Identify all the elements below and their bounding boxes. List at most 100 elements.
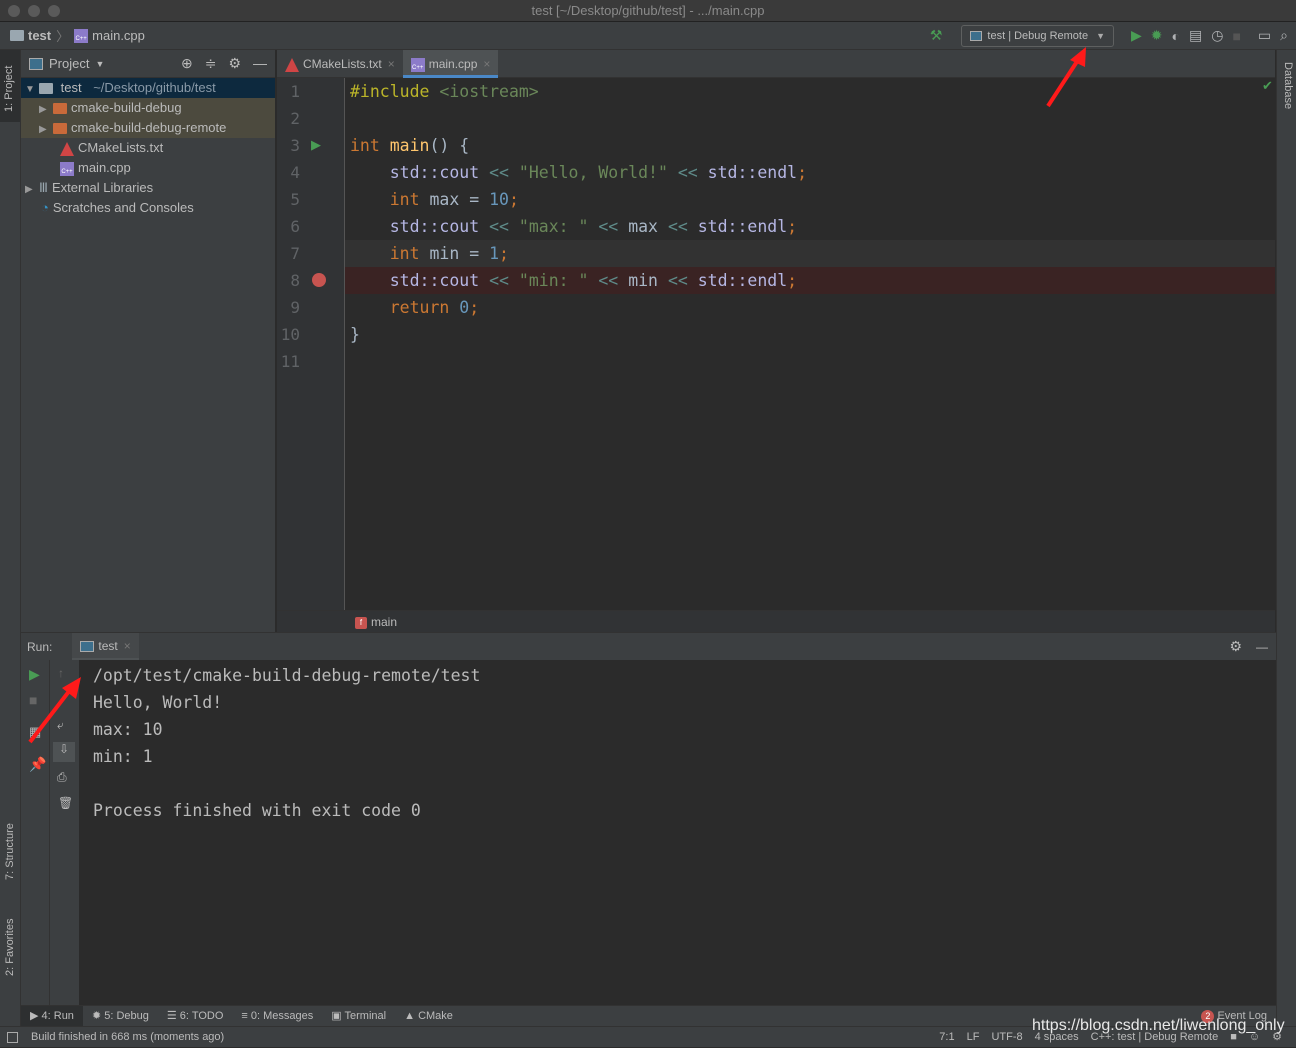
tool-debug[interactable]: ✹ 5: Debug [83,1006,158,1027]
nav-file[interactable]: main.cpp [92,28,145,43]
project-tool-button[interactable]: 1: Project [0,50,20,122]
line-number: 1 [290,82,300,101]
code-line[interactable]: } [345,321,1275,348]
print-icon[interactable]: ⎙ [57,770,67,785]
close-tab-icon[interactable]: × [388,57,395,71]
tool-run[interactable]: ▶ 4: Run [21,1005,83,1027]
up-arrow-icon[interactable]: ↑ [58,666,64,680]
code-line[interactable]: int min = 1; [345,240,1275,267]
tool-cmake[interactable]: ▲ CMake [395,1006,462,1027]
code-token: << [489,271,519,290]
run-config-select[interactable]: test | Debug Remote ▼ [961,24,1115,47]
project-tool-label: 1: Project [3,65,15,112]
collapse-all-icon[interactable]: ≑ [205,55,217,72]
tree-item-external-libraries[interactable]: ▶ Ⅲ External Libraries [21,178,275,198]
collapsed-arrow-icon[interactable]: ▶ [39,120,53,140]
chevron-down-icon[interactable]: ▼ [95,59,104,69]
nav-project[interactable]: test [28,28,51,43]
tree-item-main-cpp[interactable]: C++ main.cpp [21,158,275,178]
code-token: ; [787,217,798,236]
structure-tool-button[interactable]: 7: Structure [4,823,16,880]
debug-bug-icon[interactable]: ✹ [1151,27,1163,44]
coverage-icon[interactable]: ◐ [1172,28,1180,44]
file-encoding[interactable]: UTF-8 [991,1027,1022,1048]
zoom-window-button[interactable] [48,5,60,17]
minimize-window-button[interactable] [28,5,40,17]
build-hammer-icon[interactable]: ⚒ [930,27,943,44]
trash-icon[interactable]: 🗑 [58,796,73,810]
breadcrumb-main[interactable]: main [371,615,397,629]
code-line[interactable]: return 0; [345,294,1275,321]
search-icon[interactable]: ⌕ [1280,27,1288,44]
line-separator[interactable]: LF [967,1027,980,1048]
hide-minus-icon[interactable]: — [253,55,267,72]
tool-label: 5: Debug [104,1009,149,1022]
code-line[interactable] [345,105,1275,132]
code-line[interactable]: #include <iostream> [345,78,1275,105]
gear-icon[interactable]: ⚙ [1229,638,1242,655]
run-icon[interactable]: ▶ [1131,27,1142,44]
collapsed-arrow-icon[interactable]: ▶ [39,100,53,120]
code-line[interactable]: std::cout << "Hello, World!" << std::end… [345,159,1275,186]
project-panel-header: Project ▼ ⊕ ≑ ⚙ — [21,50,275,78]
pin-icon[interactable]: 📌 [29,756,46,773]
layout-icon[interactable]: ▦ [29,724,41,740]
console-output[interactable]: /opt/test/cmake-build-debug-remote/test H… [79,660,1276,1005]
database-tool-button[interactable]: Database [1282,62,1294,109]
run-tab-test[interactable]: test × [72,632,139,661]
close-tab-icon[interactable]: × [124,639,131,653]
run-with-timer-icon[interactable]: ◷ [1211,27,1223,44]
close-window-button[interactable] [8,5,20,17]
tree-item-label: cmake-build-debug [71,100,182,115]
code-token: ; [469,298,480,317]
tree-item-cmakelists[interactable]: CMakeLists.txt [21,138,275,158]
editor-gutter[interactable]: 1 2 3 ▶ 4 5 6 7 8 9 10 11 [277,78,345,610]
code-line[interactable]: std::cout << "min: " << min << std::endl… [345,267,1275,294]
code-token: "Hello, World!" [518,163,678,182]
tool-messages[interactable]: ≡ 0: Messages [232,1006,322,1027]
toggle-tool-windows-icon[interactable] [7,1032,18,1043]
collapsed-arrow-icon[interactable]: ▶ [25,180,39,200]
tree-item-cmake-build-debug[interactable]: ▶ cmake-build-debug [21,98,275,118]
breakpoint-icon[interactable] [312,273,326,287]
tree-root-test[interactable]: ▼ test ~/Desktop/github/test [21,78,275,98]
rerun-icon[interactable]: ▶ [29,666,40,683]
tab-cmakelists[interactable]: CMakeLists.txt × [277,50,403,78]
tool-todo[interactable]: ☰ 6: TODO [158,1006,233,1027]
tree-item-label: Scratches and Consoles [52,200,194,215]
window-icon [80,640,95,652]
code-line[interactable]: int max = 10; [345,186,1275,213]
code-editor[interactable]: #include <iostream>int main() { std::cou… [345,78,1275,610]
gear-icon[interactable]: ⚙ [228,55,241,72]
favorites-tool-button[interactable]: 2: Favorites [4,919,16,976]
locate-target-icon[interactable]: ⊕ [181,55,193,72]
code-line[interactable]: int main() { [345,132,1275,159]
code-token: ; [508,190,519,209]
cmake-icon [285,57,299,72]
line-number: 5 [290,190,300,209]
caret-position[interactable]: 7:1 [939,1027,954,1048]
folder-icon [53,123,67,135]
code-line[interactable] [345,348,1275,375]
profile-icon[interactable]: ▤ [1189,27,1202,44]
line-number: 7 [290,244,300,263]
code-token: max = [429,190,490,209]
project-view-select[interactable]: Project [49,56,89,71]
right-tool-stripe: Database [1276,50,1296,1026]
hide-minus-icon[interactable]: — [1256,640,1268,654]
tree-item-cmake-build-debug-remote[interactable]: ▶ cmake-build-debug-remote [21,118,275,138]
expanded-arrow-icon[interactable]: ▼ [25,80,39,100]
soft-wrap-icon[interactable]: ⤶ [57,718,64,733]
tree-item-scratches[interactable]: ◔ Scratches and Consoles [21,198,275,218]
tab-main-cpp[interactable]: C++ main.cpp × [402,50,499,78]
code-token: << [677,163,708,182]
terminal-window-icon[interactable]: ▭ [1258,27,1271,44]
tool-terminal[interactable]: ▣ Terminal [322,1006,395,1027]
code-token: "min: " [518,271,599,290]
stop-icon[interactable]: ■ [29,692,37,708]
run-gutter-icon[interactable]: ▶ [311,132,321,157]
stop-icon[interactable]: ■ [1232,28,1240,44]
close-tab-icon[interactable]: × [483,57,490,71]
scroll-to-end-icon[interactable]: ⇩ [53,742,75,762]
code-line[interactable]: std::cout << "max: " << max << std::endl… [345,213,1275,240]
